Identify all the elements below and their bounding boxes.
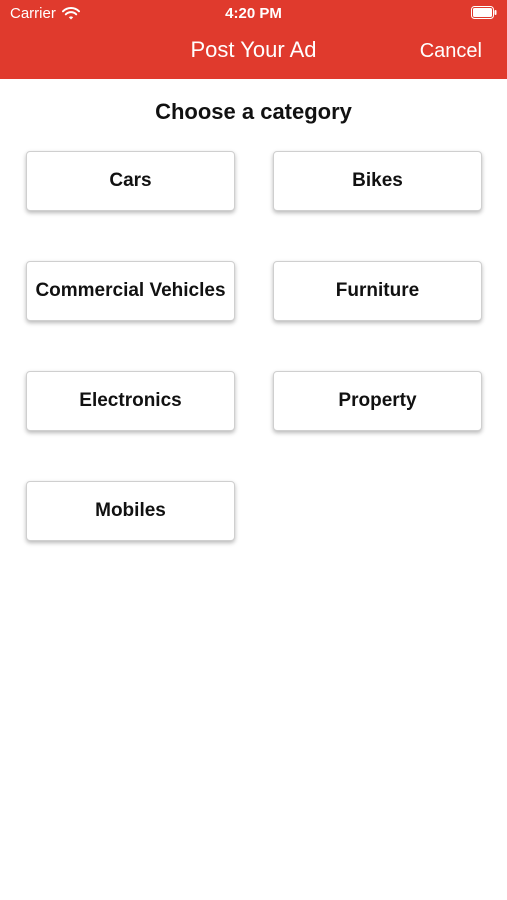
battery-icon — [471, 6, 497, 19]
category-button-electronics[interactable]: Electronics — [26, 371, 235, 431]
post-ad-screen: Carrier 4:20 PM Post Your Ad Cancel Choo… — [0, 0, 507, 900]
category-button-property[interactable]: Property — [273, 371, 482, 431]
category-button-bikes[interactable]: Bikes — [273, 151, 482, 211]
category-button-mobiles[interactable]: Mobiles — [26, 481, 235, 541]
status-time: 4:20 PM — [225, 5, 282, 22]
category-heading: Choose a category — [155, 99, 352, 124]
category-button-furniture[interactable]: Furniture — [273, 261, 482, 321]
cancel-button[interactable]: Cancel — [420, 40, 482, 63]
category-grid: Cars Bikes Commercial Vehicles Furniture… — [26, 151, 482, 541]
category-button-cars[interactable]: Cars — [26, 151, 235, 211]
top-bar: Carrier 4:20 PM Post Your Ad Cancel — [0, 0, 507, 79]
category-button-commercial-vehicles[interactable]: Commercial Vehicles — [26, 261, 235, 321]
